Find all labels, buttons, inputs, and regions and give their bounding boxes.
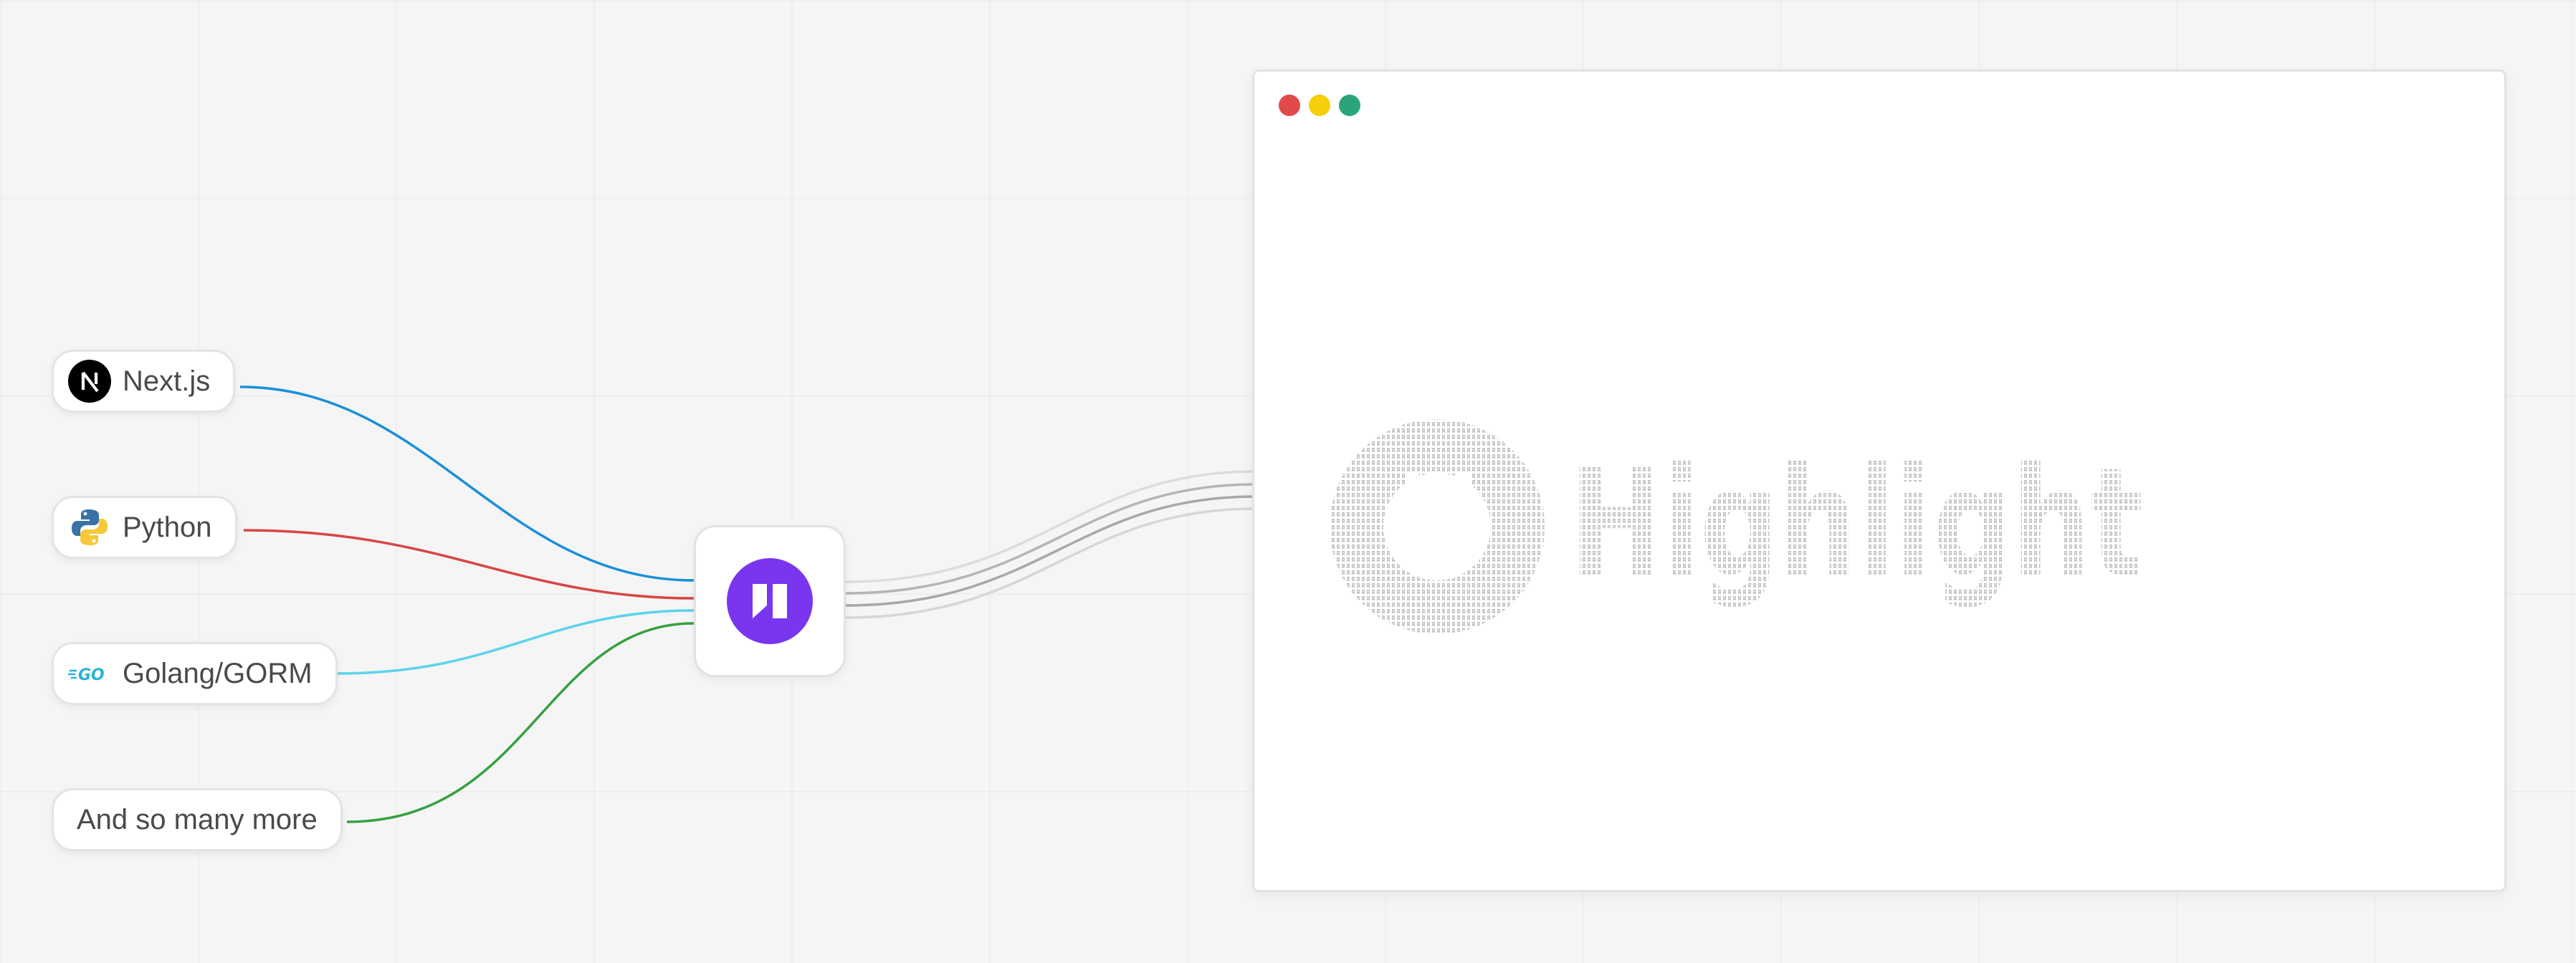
integration-label: And so many more: [77, 803, 318, 835]
window-controls: [1279, 95, 1360, 116]
browser-window: Highlight: [1252, 70, 2506, 892]
integration-label: Python: [123, 511, 212, 543]
wire-python: [243, 529, 695, 600]
highlight-ascii-logo: Highlight: [1326, 408, 2143, 634]
close-button[interactable]: [1279, 95, 1300, 116]
nextjs-icon: [68, 360, 111, 403]
wire-golang: [336, 609, 695, 675]
maximize-button[interactable]: [1339, 95, 1360, 116]
integration-label: Golang/GORM: [123, 657, 313, 689]
python-icon: [68, 506, 111, 549]
integration-diagram: Next.js Python GO Golang/GORM And so man…: [0, 0, 2576, 963]
output-wire-1: [845, 470, 1253, 583]
wire-nextjs: [239, 385, 695, 582]
go-icon: GO: [68, 652, 111, 695]
minimize-button[interactable]: [1309, 95, 1330, 116]
integration-label: Next.js: [123, 365, 211, 397]
svg-text:GO: GO: [78, 666, 105, 684]
hub-node[interactable]: [694, 525, 846, 677]
integration-golang[interactable]: GO Golang/GORM: [52, 642, 338, 705]
neon-logo-icon: [727, 558, 813, 644]
integration-nextjs[interactable]: Next.js: [52, 350, 236, 413]
integration-python[interactable]: Python: [52, 496, 237, 559]
wire-more: [346, 622, 695, 823]
integration-more[interactable]: And so many more: [52, 788, 343, 851]
